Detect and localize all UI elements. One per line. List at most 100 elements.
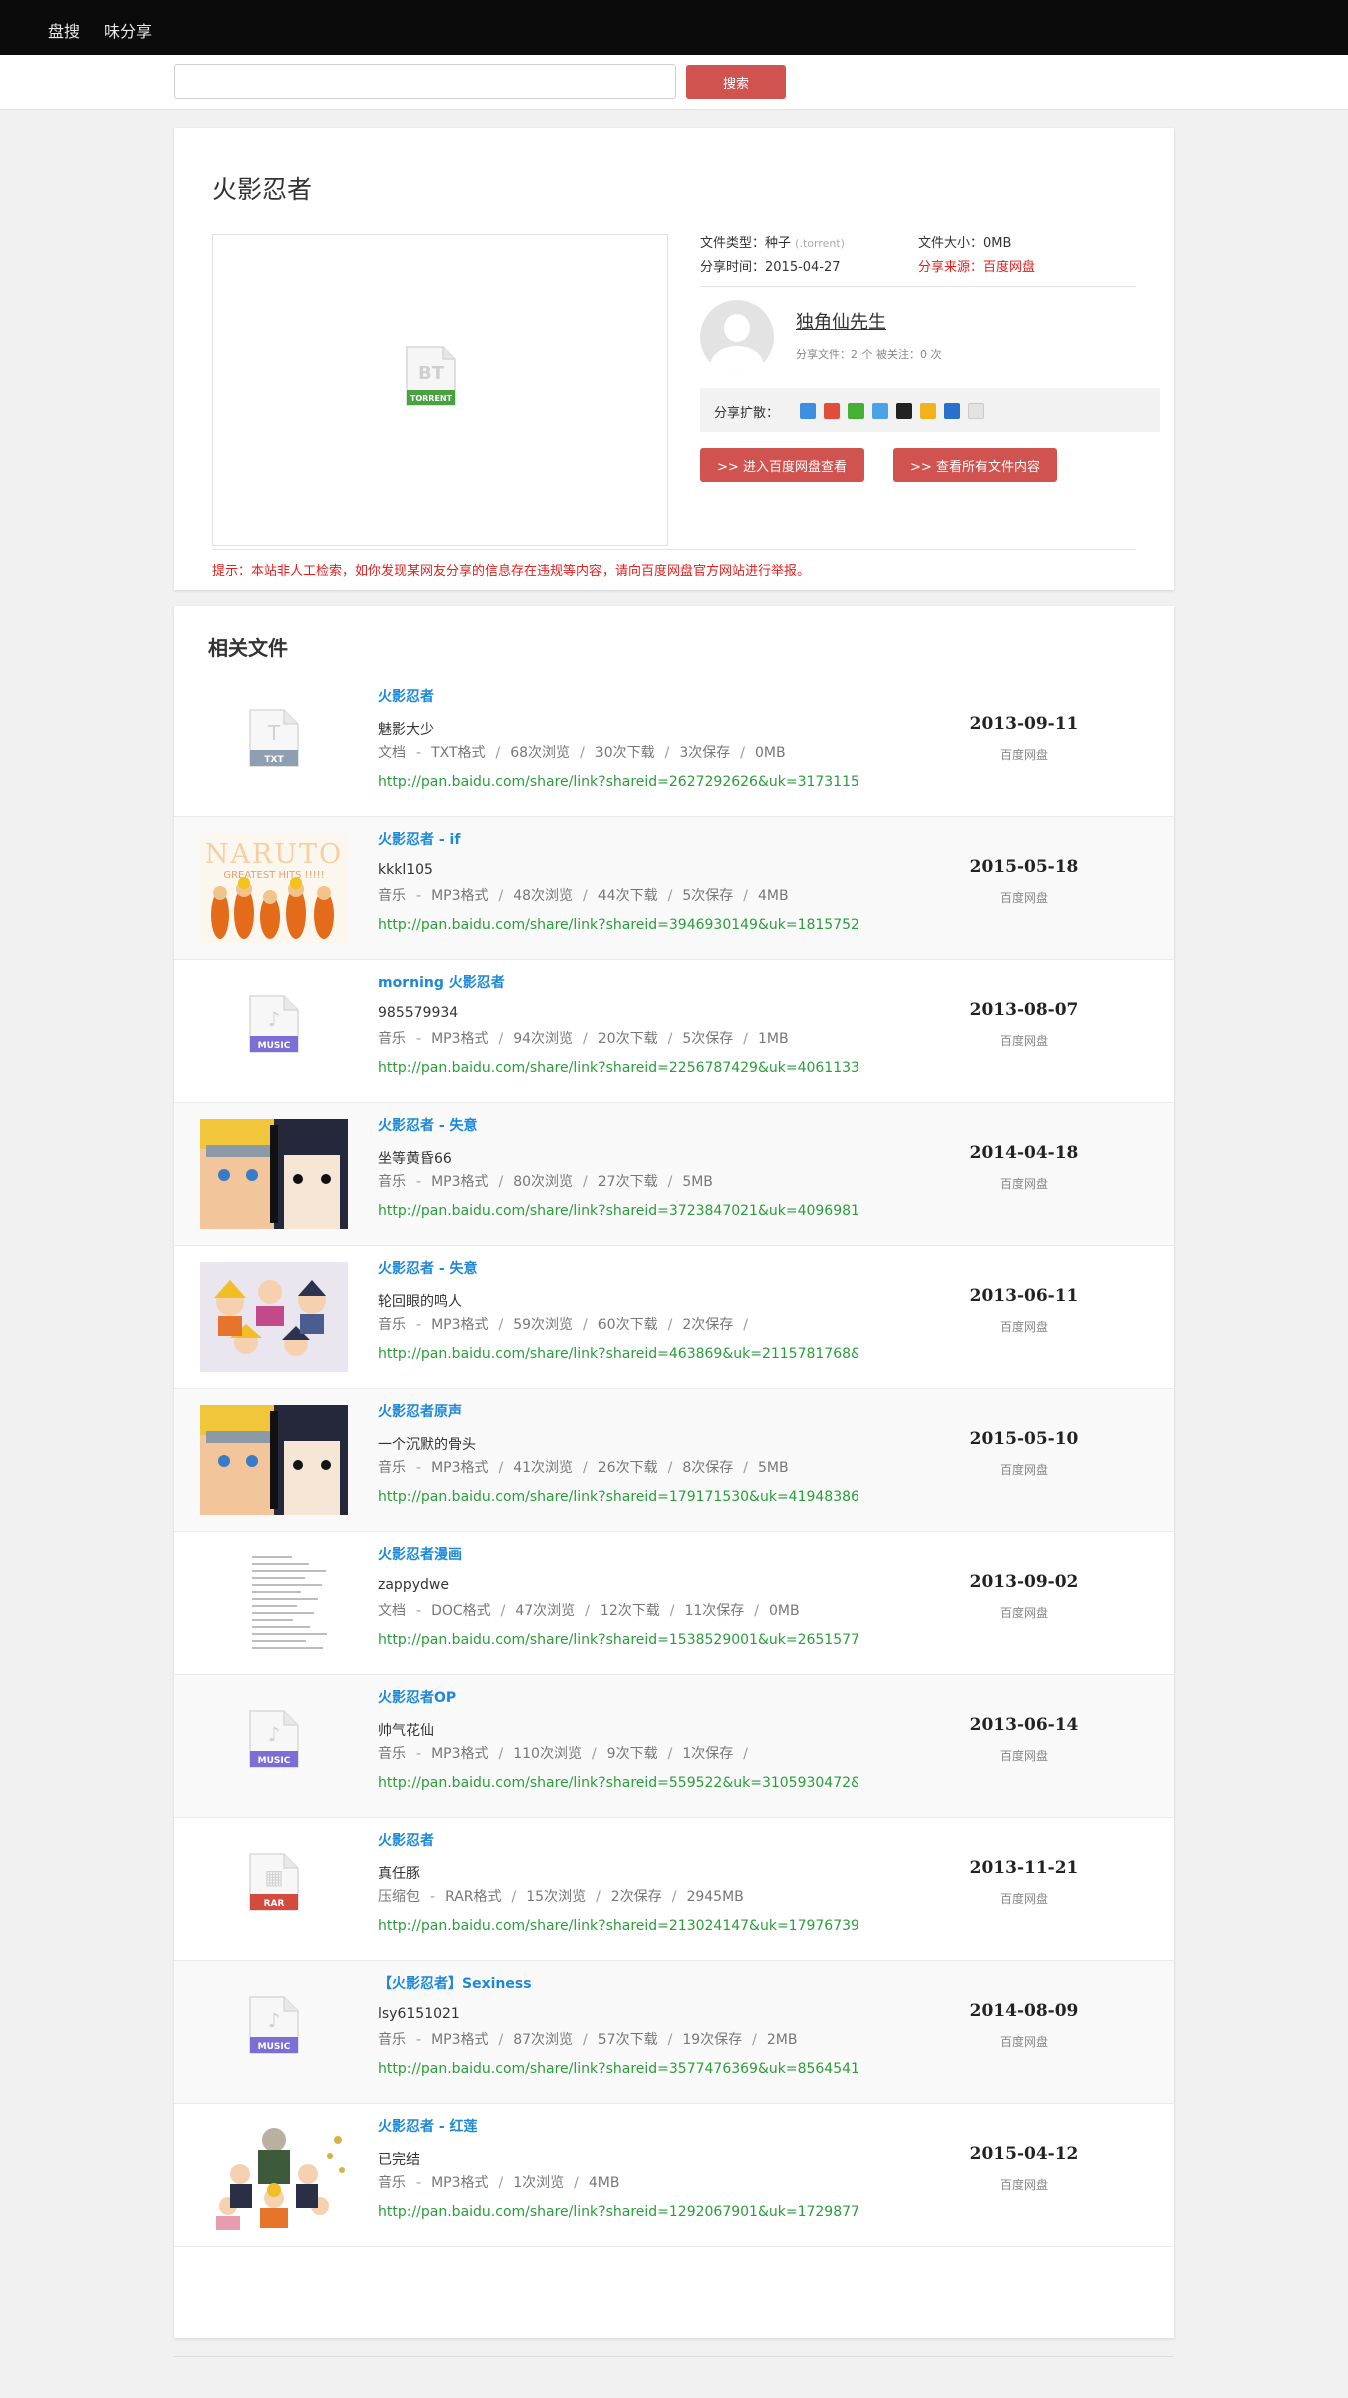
meta-value: 87次浏览 — [513, 2032, 574, 2048]
meta-value: 44次下载 — [597, 888, 658, 904]
file-url-link[interactable]: http://pan.baidu.com/share/link?shareid=… — [378, 1632, 858, 1648]
naruto-greatest-hits-cover: NARUTO GREATEST HITS !!!!! — [200, 833, 348, 943]
meta-value: MP3格式 — [431, 1174, 489, 1190]
user-name-link[interactable]: 独角仙先生 — [796, 308, 886, 334]
meta-separator: / — [498, 1317, 504, 1333]
cover-title: NARUTO — [205, 839, 343, 870]
avatar-body — [710, 346, 764, 374]
share-date: 2015-05-10 — [969, 1429, 1079, 1449]
share-source: 百度网盘 — [999, 1749, 1048, 1763]
file-title-link[interactable]: morning 火影忍者 — [378, 972, 505, 992]
share-source: 百度网盘 — [999, 1463, 1048, 1477]
meta-value: MP3格式 — [431, 1746, 489, 1762]
meta-value: 音乐 — [378, 1746, 406, 1762]
file-url-link[interactable]: http://pan.baidu.com/share/link?shareid=… — [378, 1489, 858, 1505]
weibo-icon[interactable] — [824, 403, 840, 419]
file-url-link[interactable]: http://pan.baidu.com/share/link?shareid=… — [378, 1775, 858, 1791]
file-url-link[interactable]: http://pan.baidu.com/share/link?shareid=… — [378, 1346, 858, 1362]
file-title-link[interactable]: 火影忍者原声 — [378, 1401, 462, 1421]
file-url-link[interactable]: http://pan.baidu.com/share/link?shareid=… — [378, 774, 858, 790]
file-size-label: 文件大小： — [918, 236, 984, 251]
related-heading: 相关文件 — [208, 636, 288, 660]
file-icon-label: MUSIC — [258, 1756, 291, 1766]
file-title-link[interactable]: 火影忍者 - if — [378, 829, 460, 849]
file-meta: 文档 - DOC格式 / 47次浏览 / 12次下载 / 11次保存 / 0MB — [378, 1600, 800, 1620]
meta-separator: / — [495, 745, 501, 761]
file-title-link[interactable]: 火影忍者 - 失意 — [378, 1258, 478, 1278]
meta-value: MP3格式 — [431, 888, 489, 904]
file-title-link[interactable]: 火影忍者OP — [378, 1687, 456, 1707]
music-file-icon: MUSIC ♪ — [248, 1995, 300, 2055]
file-title-link[interactable]: 火影忍者 — [378, 1830, 434, 1850]
file-title-link[interactable]: 火影忍者 — [378, 686, 434, 706]
list-item: RAR ▦ 火影忍者 真任豚 压缩包 - RAR格式 / 15次浏览 / 2次保存 / 2945MB ht… — [174, 1818, 1174, 1961]
file-icon-label: MUSIC — [258, 2042, 291, 2052]
svg-text:T: T — [267, 721, 281, 745]
music-file-icon: MUSIC ♪ — [248, 994, 300, 1054]
share-date: 2013-09-11 — [969, 714, 1079, 734]
txt-file-icon: TXT T — [248, 708, 300, 768]
share-time: 分享时间：2015-04-27 — [700, 256, 841, 275]
file-url-link[interactable]: http://pan.baidu.com/share/link?shareid=… — [378, 1203, 858, 1219]
meta-separator: / — [498, 1174, 504, 1190]
meta-separator: / — [667, 1746, 673, 1762]
share-source-label: 分享来源： — [918, 260, 984, 275]
meta-value: 30次下载 — [594, 745, 655, 761]
brand-link[interactable]: 盘搜 — [48, 18, 80, 42]
meta-value: 47次浏览 — [515, 1603, 576, 1619]
file-title: 火影忍者 — [212, 175, 313, 204]
file-url-link[interactable]: http://pan.baidu.com/share/link?shareid=… — [378, 917, 858, 933]
meta-separator: / — [754, 1603, 759, 1619]
avatar[interactable] — [700, 300, 774, 374]
view-all-button[interactable]: >> 查看所有文件内容 — [893, 448, 1057, 482]
meta-separator: / — [574, 2175, 579, 2191]
search-input[interactable] — [174, 64, 676, 99]
share-source: 百度网盘 — [999, 2035, 1048, 2049]
file-title-link[interactable]: 【火影忍者】Sexiness — [378, 1973, 532, 1993]
share-source: 百度网盘 — [999, 1606, 1048, 1620]
qq-icon[interactable] — [896, 403, 912, 419]
share-date: 2015-05-18 — [969, 857, 1079, 877]
related-files-card: 相关文件 TXT T 火影忍者 魅影大少 文档 - TXT格式/68次浏览/30次下载/3次… — [174, 606, 1174, 2338]
file-type-ext: (.torrent) — [795, 237, 845, 250]
file-uploader: 一个沉默的骨头 — [378, 1437, 476, 1453]
divider — [212, 549, 1136, 550]
file-url-link[interactable]: http://pan.baidu.com/share/link?shareid=… — [378, 2204, 858, 2220]
share-source-value: 百度网盘 — [983, 260, 1036, 275]
meta-value: 8次保存 — [682, 1460, 734, 1476]
meta-separator: / — [498, 1460, 504, 1476]
meta-value: 68次浏览 — [510, 745, 571, 761]
file-url-link[interactable]: http://pan.baidu.com/share/link?shareid=… — [378, 1060, 858, 1076]
enter-pan-button[interactable]: >> 进入百度网盘查看 — [700, 448, 864, 482]
meta-separator: / — [498, 2175, 504, 2191]
wechat-icon[interactable] — [848, 403, 864, 419]
share-nav-link[interactable]: 味分享 — [104, 18, 152, 42]
plus-icon[interactable] — [800, 403, 816, 419]
copy-icon[interactable] — [968, 403, 984, 419]
meta-separator: / — [498, 888, 504, 904]
file-title-link[interactable]: 火影忍者漫画 — [378, 1544, 462, 1564]
footer-divider — [174, 2356, 1174, 2357]
meta-separator: / — [591, 1746, 597, 1762]
meta-value: 音乐 — [378, 1031, 406, 1047]
star-icon[interactable] — [920, 403, 936, 419]
share-label: 分享扩散： — [714, 406, 780, 421]
list-item: NARUTO GREATEST HITS !!!!! 火影忍者 - if kkkl10… — [174, 817, 1174, 960]
list-item: MUSIC ♪ 火影忍者OP 帅气花仙 音乐 - MP3格式 / 110次浏览 / 9次下载 / 1次保… — [174, 1675, 1174, 1818]
file-title-link[interactable]: 火影忍者 - 失意 — [378, 1115, 478, 1135]
file-title-link[interactable]: 火影忍者 - 红莲 — [378, 2116, 478, 2136]
meta-separator: - — [416, 1460, 422, 1476]
file-meta: 音乐 - MP3格式 / 59次浏览 / 60次下载 / 2次保存 / — [378, 1314, 758, 1334]
file-url-link[interactable]: http://pan.baidu.com/share/link?shareid=… — [378, 2061, 858, 2077]
meta-value: DOC格式 — [431, 1603, 491, 1619]
renren-icon[interactable] — [944, 403, 960, 419]
meta-value: 110次浏览 — [513, 1746, 582, 1762]
qzone-icon[interactable] — [872, 403, 888, 419]
file-url-link[interactable]: http://pan.baidu.com/share/link?shareid=… — [378, 1918, 858, 1934]
svg-text:♪: ♪ — [268, 1007, 281, 1031]
search-button[interactable]: 搜索 — [686, 65, 786, 99]
meta-separator: / — [580, 745, 585, 761]
music-file-icon: MUSIC ♪ — [248, 1709, 300, 1769]
meta-value: 2次保存 — [610, 1889, 662, 1905]
svg-text:♪: ♪ — [268, 1722, 281, 1746]
